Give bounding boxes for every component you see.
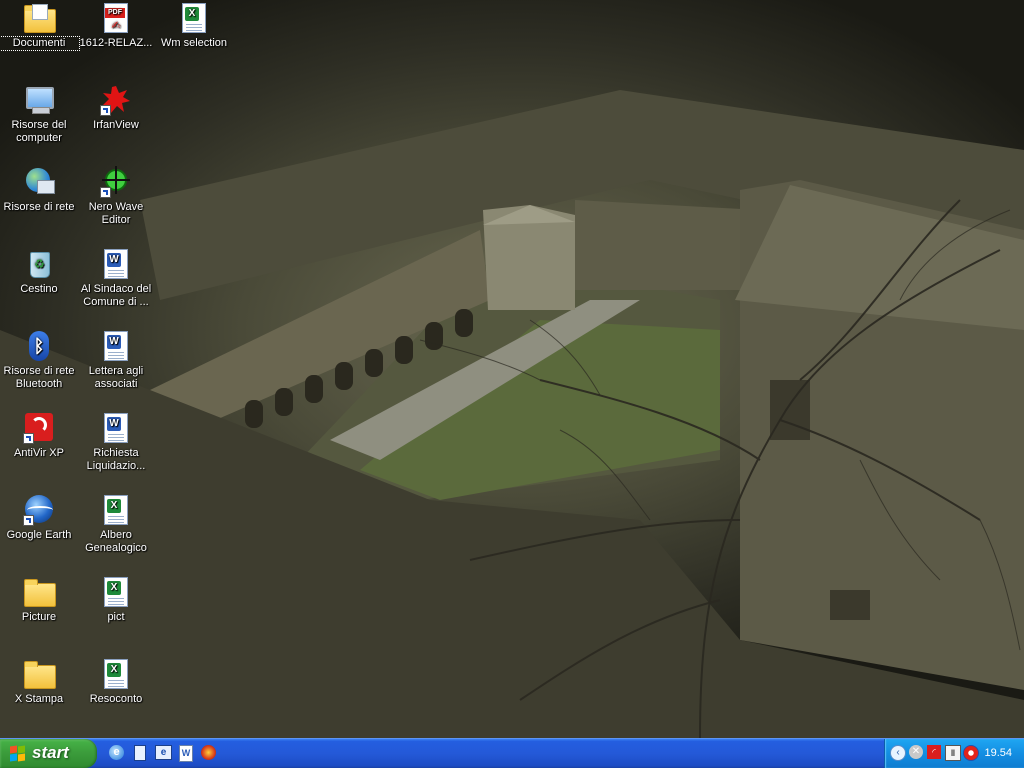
security-center-icon[interactable] bbox=[963, 745, 979, 761]
folder-icon bbox=[23, 576, 56, 608]
antivir-umbrella-icon bbox=[23, 412, 55, 444]
bluetooth-tray-icon[interactable]: ǁ bbox=[945, 745, 961, 761]
network-places-icon bbox=[23, 166, 55, 198]
desktop-icon-al-sindaco[interactable]: W Al Sindaco del Comune di ... bbox=[76, 248, 156, 309]
desktop-icon-pict[interactable]: X pict bbox=[76, 576, 156, 624]
word-document-icon: W bbox=[100, 330, 132, 362]
desktop-icon-irfanview[interactable]: IrfanView bbox=[76, 84, 156, 132]
word-document-icon: W bbox=[100, 412, 132, 444]
bluetooth-icon: ᛒ bbox=[23, 330, 55, 362]
start-label: start bbox=[32, 743, 69, 762]
excel-document-icon: X bbox=[178, 2, 210, 34]
desktop-icon-albero-genealogico[interactable]: X Albero Genealogico bbox=[76, 494, 156, 555]
system-tray: ‹ ✕ ◜ ǁ 19.54 bbox=[884, 739, 1024, 768]
desktop-icon-antivir-xp[interactable]: AntiVir XP bbox=[0, 412, 79, 460]
media-player-icon[interactable] bbox=[201, 745, 218, 762]
desktop-icon-risorse-di-rete[interactable]: Risorse di rete bbox=[0, 166, 79, 214]
desktop-icon-picture[interactable]: Picture bbox=[0, 576, 79, 624]
recycle-bin-icon: ♻ bbox=[23, 248, 55, 280]
start-button[interactable]: start bbox=[0, 739, 97, 768]
desktop-icon-google-earth[interactable]: Google Earth bbox=[0, 494, 79, 542]
internet-explorer-icon[interactable]: e bbox=[109, 745, 126, 762]
desktop-icon-nero-wave-editor[interactable]: Nero Wave Editor bbox=[76, 166, 156, 227]
desktop-icon-resoconto[interactable]: X Resoconto bbox=[76, 658, 156, 706]
folder-icon bbox=[23, 658, 56, 690]
folder-documents-icon bbox=[23, 2, 56, 34]
desktop-icon-risorse-di-rete-bluetooth[interactable]: ᛒ Risorse di rete Bluetooth bbox=[0, 330, 79, 391]
excel-document-icon: X bbox=[100, 658, 132, 690]
outlook-express-icon[interactable]: e bbox=[155, 745, 172, 762]
show-desktop-icon[interactable] bbox=[132, 745, 149, 762]
chevron-left-icon[interactable]: ‹ bbox=[890, 745, 906, 761]
nero-target-icon bbox=[100, 166, 132, 198]
google-earth-icon bbox=[23, 494, 55, 526]
excel-document-icon: X bbox=[100, 494, 132, 526]
my-computer-icon bbox=[23, 84, 55, 116]
antivir-tray-icon[interactable]: ◜ bbox=[927, 745, 943, 761]
desktop-icon-richiesta-liquidazio[interactable]: W Richiesta Liquidazio... bbox=[76, 412, 156, 473]
irfanview-splash-icon bbox=[100, 84, 132, 116]
desktop-icon-lettera-agli-associati[interactable]: W Lettera agli associati bbox=[76, 330, 156, 391]
excel-document-icon: X bbox=[100, 576, 132, 608]
windows-flag-icon bbox=[10, 745, 26, 762]
word-quick-launch-icon[interactable]: W bbox=[178, 745, 195, 762]
desktop-icon-wm-selection[interactable]: X Wm selection bbox=[154, 2, 234, 50]
taskbar-clock[interactable]: 19.54 bbox=[984, 747, 1012, 759]
desktop-icon-x-stampa[interactable]: X Stampa bbox=[0, 658, 79, 706]
pdf-document-icon: PDF ✍ bbox=[100, 2, 132, 34]
word-document-icon: W bbox=[100, 248, 132, 280]
desktop-icon-1612-relaz[interactable]: PDF ✍ 1612-RELAZ... bbox=[76, 2, 156, 50]
network-disconnected-icon[interactable]: ✕ bbox=[909, 745, 925, 761]
desktop-icon-documenti[interactable]: Documenti bbox=[0, 2, 80, 51]
desktop-icon-cestino[interactable]: ♻ Cestino bbox=[0, 248, 79, 296]
taskbar: start e e W ‹ ✕ ◜ ǁ 19.54 bbox=[0, 738, 1024, 768]
desktop-icon-risorse-del-computer[interactable]: Risorse del computer bbox=[0, 84, 79, 145]
